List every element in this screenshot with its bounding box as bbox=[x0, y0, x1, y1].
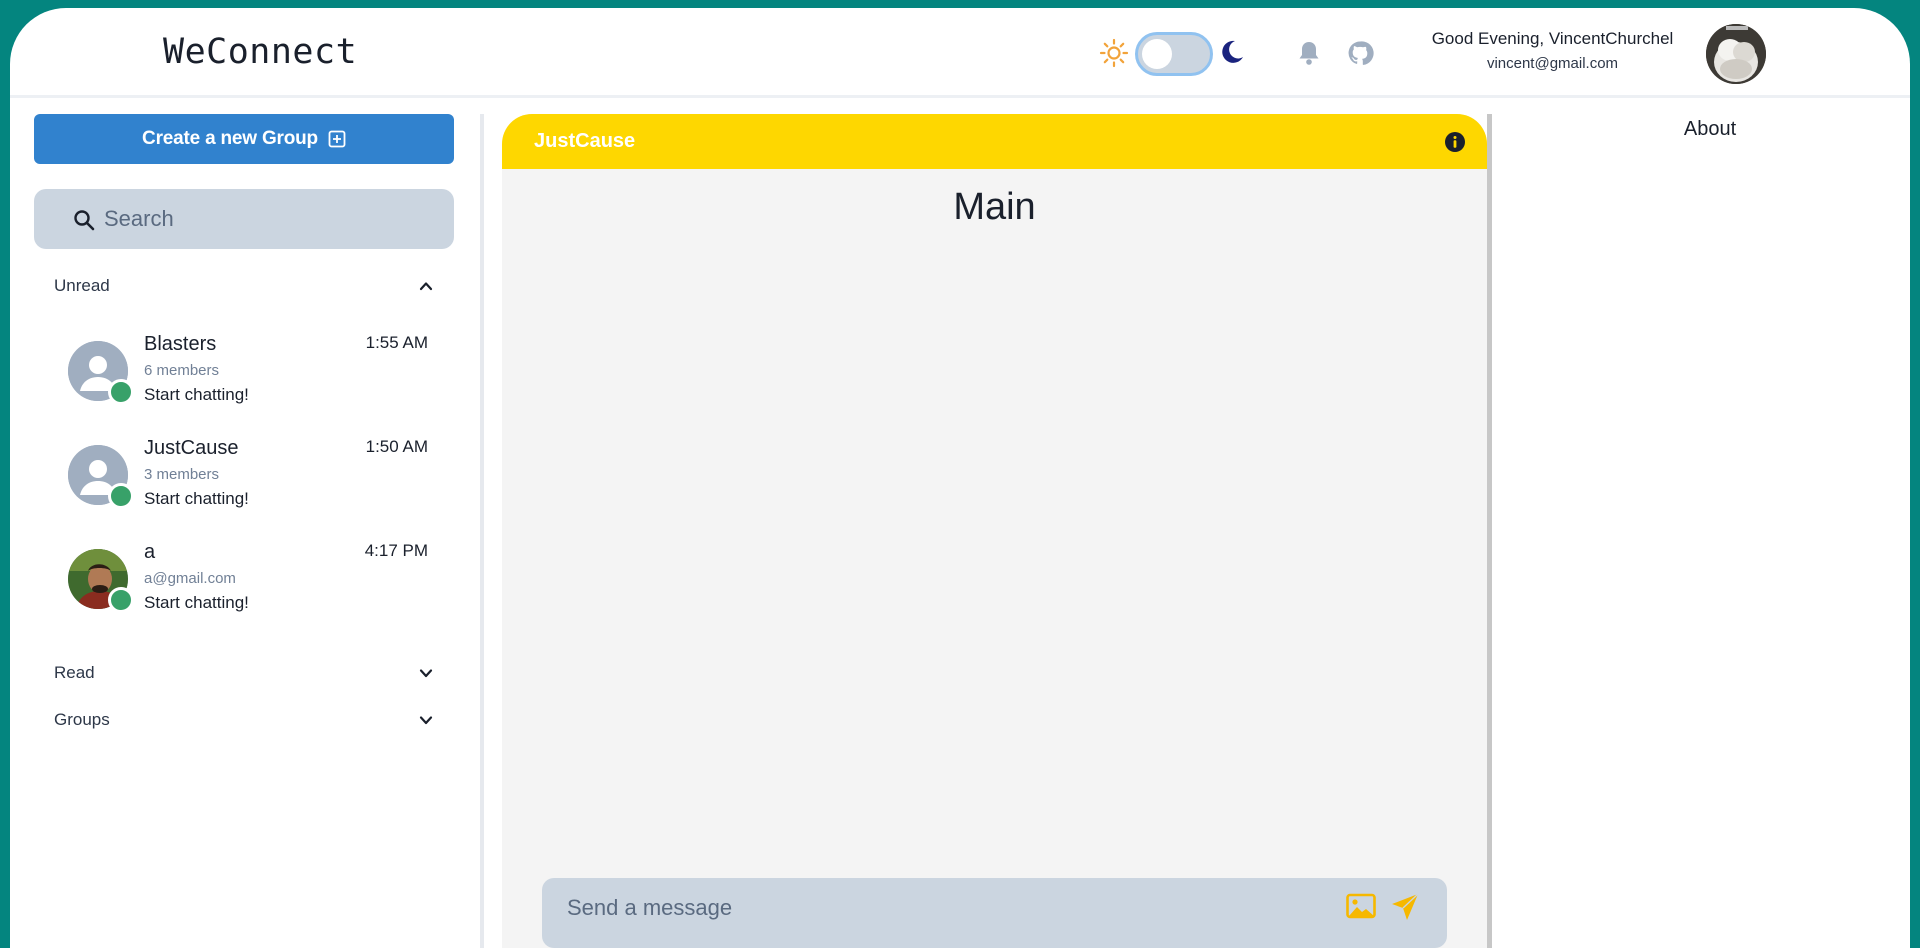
search-box bbox=[34, 189, 454, 249]
send-icon[interactable] bbox=[1390, 892, 1420, 922]
chat-subtitle: 3 members bbox=[144, 466, 220, 483]
app-logo[interactable]: WeConnect bbox=[163, 32, 357, 72]
chat-last-message: Start chatting! bbox=[144, 489, 249, 508]
chat-name: JustCause bbox=[144, 437, 239, 459]
online-status-dot bbox=[108, 483, 134, 509]
search-icon bbox=[74, 210, 95, 231]
about-heading: About bbox=[1683, 118, 1737, 140]
online-status-dot bbox=[108, 587, 134, 613]
sidebar-divider[interactable] bbox=[480, 114, 484, 948]
info-icon[interactable] bbox=[1444, 131, 1466, 153]
sun-icon bbox=[1099, 38, 1129, 68]
chat-name: Blasters bbox=[144, 333, 217, 355]
github-icon[interactable] bbox=[1346, 39, 1374, 67]
chat-time: 1:55 AM bbox=[365, 333, 428, 352]
theme-toggle[interactable] bbox=[1135, 32, 1213, 76]
user-avatar-image bbox=[1706, 24, 1766, 84]
chat-list-item[interactable]: JustCause 3 members Start chatting! 1:50… bbox=[68, 437, 438, 527]
search-input[interactable] bbox=[104, 189, 434, 249]
add-square-icon bbox=[328, 130, 346, 148]
chat-panel-border bbox=[1487, 114, 1492, 948]
chat-last-message: Start chatting! bbox=[144, 593, 249, 612]
user-email: vincent@gmail.com bbox=[1486, 55, 1619, 72]
section-groups-label: Groups bbox=[54, 710, 110, 729]
chat-subtitle: a@gmail.com bbox=[144, 570, 236, 587]
section-read-label: Read bbox=[54, 663, 95, 682]
channel-title: Main bbox=[953, 186, 1036, 228]
user-avatar[interactable] bbox=[1706, 24, 1766, 84]
app-window: WeConnect Good Evening, VincentChurchel bbox=[10, 8, 1910, 948]
user-greeting: Good Evening, VincentChurchel vincent@gm… bbox=[1410, 29, 1695, 72]
chat-list-item[interactable]: a a@gmail.com Start chatting! 4:17 PM bbox=[68, 541, 438, 631]
chat-panel: JustCause Main bbox=[502, 114, 1487, 948]
section-unread[interactable]: Unread bbox=[54, 271, 434, 301]
image-upload-icon[interactable] bbox=[1346, 892, 1376, 920]
message-input[interactable] bbox=[567, 892, 1327, 924]
create-group-button[interactable]: Create a new Group bbox=[34, 114, 454, 164]
bell-icon[interactable] bbox=[1295, 39, 1323, 67]
theme-toggle-knob bbox=[1142, 39, 1172, 69]
chat-list-item[interactable]: Blasters 6 members Start chatting! 1:55 … bbox=[68, 333, 438, 423]
section-groups[interactable]: Groups bbox=[54, 705, 434, 735]
section-read[interactable]: Read bbox=[54, 658, 434, 688]
chevron-down-icon bbox=[419, 669, 433, 678]
greeting-text: Good Evening, VincentChurchel bbox=[1431, 29, 1674, 48]
chat-time: 4:17 PM bbox=[364, 541, 428, 560]
create-group-label: Create a new Group bbox=[142, 128, 318, 149]
chat-time: 1:50 AM bbox=[365, 437, 428, 456]
chevron-up-icon bbox=[419, 282, 433, 291]
chat-subtitle: 6 members bbox=[144, 362, 220, 379]
chat-title: JustCause bbox=[534, 130, 636, 152]
chat-last-message: Start chatting! bbox=[144, 385, 249, 404]
chat-header: JustCause bbox=[502, 114, 1487, 169]
chat-name: a bbox=[144, 541, 156, 563]
chevron-down-icon bbox=[419, 716, 433, 725]
message-composer bbox=[542, 878, 1447, 948]
online-status-dot bbox=[108, 379, 134, 405]
section-unread-label: Unread bbox=[54, 276, 110, 295]
moon-icon bbox=[1222, 40, 1243, 63]
top-header: WeConnect Good Evening, VincentChurchel bbox=[10, 8, 1910, 98]
sidebar: Create a new Group bbox=[34, 114, 454, 249]
